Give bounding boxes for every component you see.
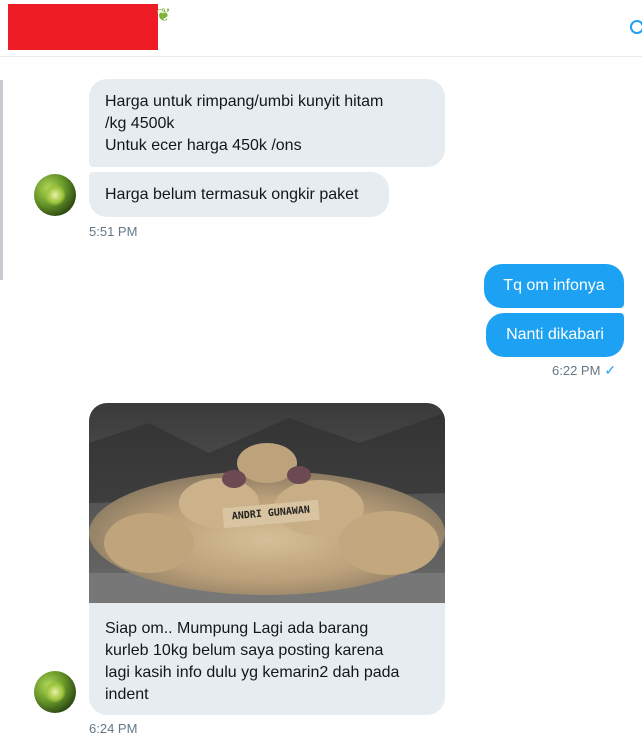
incoming-message: Harga belum termasuk ongkir paket (89, 172, 389, 217)
conversation-header: ❦ (0, 0, 642, 57)
check-icon: ✓ (604, 362, 617, 378)
contact-avatar[interactable] (34, 671, 76, 713)
incoming-media-message[interactable]: ANDRI GUNAWAN Siap om.. Mumpung Lagi ada… (89, 403, 445, 715)
leaf-icon: ❦ (156, 5, 172, 25)
scrollbar-thumb[interactable] (0, 80, 3, 280)
outgoing-message: Tq om infonya (484, 264, 624, 308)
redacted-contact-name (8, 4, 158, 50)
info-icon[interactable] (630, 20, 642, 34)
message-timestamp: 5:51 PM (89, 224, 138, 239)
message-timestamp: 6:24 PM (89, 721, 138, 736)
message-timestamp: 6:22 PM ✓ (552, 362, 616, 379)
contact-avatar[interactable] (34, 174, 76, 216)
message-photo[interactable] (89, 403, 445, 603)
outgoing-message: Nanti dikabari (486, 313, 624, 357)
timestamp-text: 6:22 PM (552, 363, 601, 378)
incoming-message: Harga untuk rimpang/umbi kunyit hitam /k… (89, 79, 445, 167)
media-caption-text: Siap om.. Mumpung Lagi ada barang kurleb… (105, 620, 400, 703)
